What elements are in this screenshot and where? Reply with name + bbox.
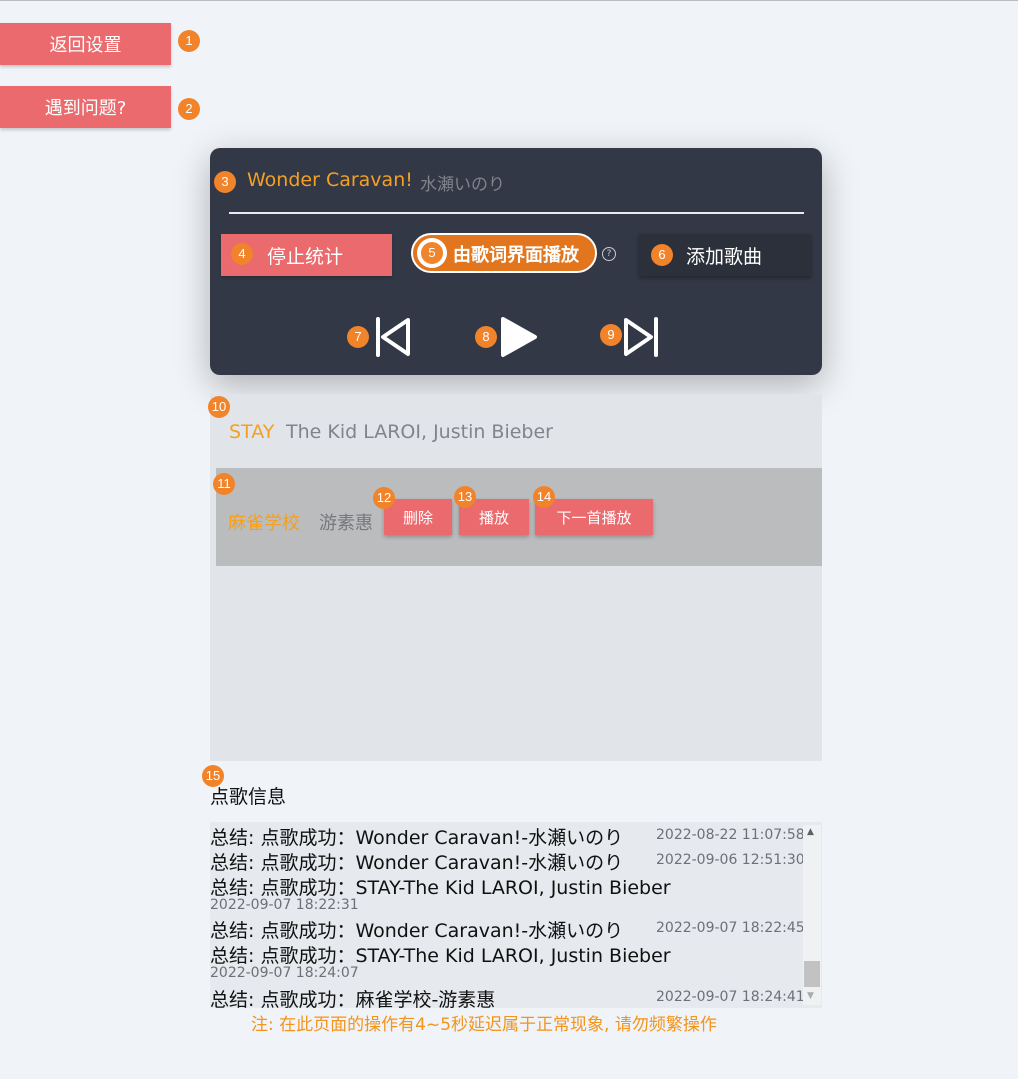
log-entry-time: 2022-09-07 18:24:07 [210, 965, 359, 981]
badge-11: 11 [213, 473, 235, 495]
log-entry-text: 总结: 点歌成功：STAY-The Kid LAROI, Justin Bieb… [210, 877, 671, 899]
badge-1: 1 [178, 30, 200, 52]
log-scrollbar[interactable]: ▲ ▼ [803, 825, 821, 1005]
skip-previous-icon[interactable] [372, 315, 414, 359]
badge-10: 10 [208, 396, 230, 418]
scroll-thumb[interactable] [804, 961, 820, 987]
lyrics-play-toggle[interactable]: 5 由歌词界面播放 [411, 233, 597, 273]
current-song-title: Wonder Caravan! [247, 169, 413, 191]
scroll-down-icon[interactable]: ▼ [807, 991, 814, 1001]
stop-stats-button[interactable]: 4 停止统计 [221, 234, 392, 276]
progress-bar[interactable] [229, 212, 804, 214]
badge-5: 5 [421, 242, 443, 264]
stop-stats-label: 停止统计 [267, 246, 344, 268]
help-icon[interactable]: ? [602, 247, 616, 261]
back-to-settings-button[interactable]: 返回设置 [0, 23, 171, 65]
badge-3: 3 [214, 171, 236, 193]
queue-item-title: STAY [229, 421, 275, 443]
request-log[interactable]: 总结: 点歌成功：Wonder Caravan!-水瀬いのり 2022-08-2… [210, 822, 822, 1008]
add-song-button[interactable]: 6 添加歌曲 [639, 234, 811, 276]
skip-next-icon[interactable] [620, 315, 662, 359]
toggle-label: 由歌词界面播放 [453, 245, 579, 266]
badge-2: 2 [178, 98, 200, 120]
badge-14: 14 [533, 486, 555, 508]
badge-8: 8 [475, 326, 497, 348]
delete-button[interactable]: 删除 [384, 499, 452, 535]
scroll-up-icon[interactable]: ▲ [807, 827, 814, 837]
song-request-info-title: 点歌信息 [210, 786, 287, 808]
badge-9: 9 [600, 324, 622, 346]
log-entry-text: 总结: 点歌成功：Wonder Caravan!-水瀬いのり [210, 920, 624, 942]
delay-note: 注: 在此页面的操作有4~5秒延迟属于正常现象, 请勿频繁操作 [251, 1015, 717, 1035]
log-entry-time: 2022-09-07 18:22:45 [656, 920, 805, 936]
help-button[interactable]: 遇到问题? [0, 86, 171, 128]
log-entry-text: 总结: 点歌成功：Wonder Caravan!-水瀬いのり [210, 852, 624, 874]
queue-item-artist: The Kid LAROI, Justin Bieber [286, 421, 553, 443]
play-next-button[interactable]: 下一首播放 [535, 499, 653, 535]
queue-item-artist: 游素惠 [319, 513, 373, 534]
badge-13: 13 [454, 486, 476, 508]
song-queue: 10 STAY The Kid LAROI, Justin Bieber 11 … [208, 394, 822, 761]
queue-item-title: 麻雀学校 [228, 513, 300, 534]
current-song-artist: 水瀬いのり [420, 175, 505, 195]
log-entry-text: 总结: 点歌成功：STAY-The Kid LAROI, Justin Bieb… [210, 945, 671, 967]
badge-12: 12 [373, 487, 395, 509]
queue-item-selected[interactable]: 11 麻雀学校 游素惠 删除 12 播放 13 下一首播放 14 [213, 468, 822, 566]
log-entry-time: 2022-09-07 18:24:41 [656, 989, 805, 1005]
play-icon[interactable] [499, 315, 539, 359]
badge-7: 7 [347, 326, 369, 348]
log-entry-time: 2022-09-07 18:22:31 [210, 897, 359, 913]
badge-4: 4 [231, 243, 253, 265]
log-entry-time: 2022-09-06 12:51:30 [656, 852, 805, 868]
badge-6: 6 [651, 244, 673, 266]
add-song-label: 添加歌曲 [686, 246, 763, 268]
log-entry-text: 总结: 点歌成功：麻雀学校-游素惠 [210, 989, 496, 1008]
player-panel: 3 Wonder Caravan! 水瀬いのり 4 停止统计 5 由歌词界面播放… [210, 148, 822, 375]
log-entry-time: 2022-08-22 11:07:58 [656, 827, 805, 843]
log-entry-text: 总结: 点歌成功：Wonder Caravan!-水瀬いのり [210, 827, 624, 849]
